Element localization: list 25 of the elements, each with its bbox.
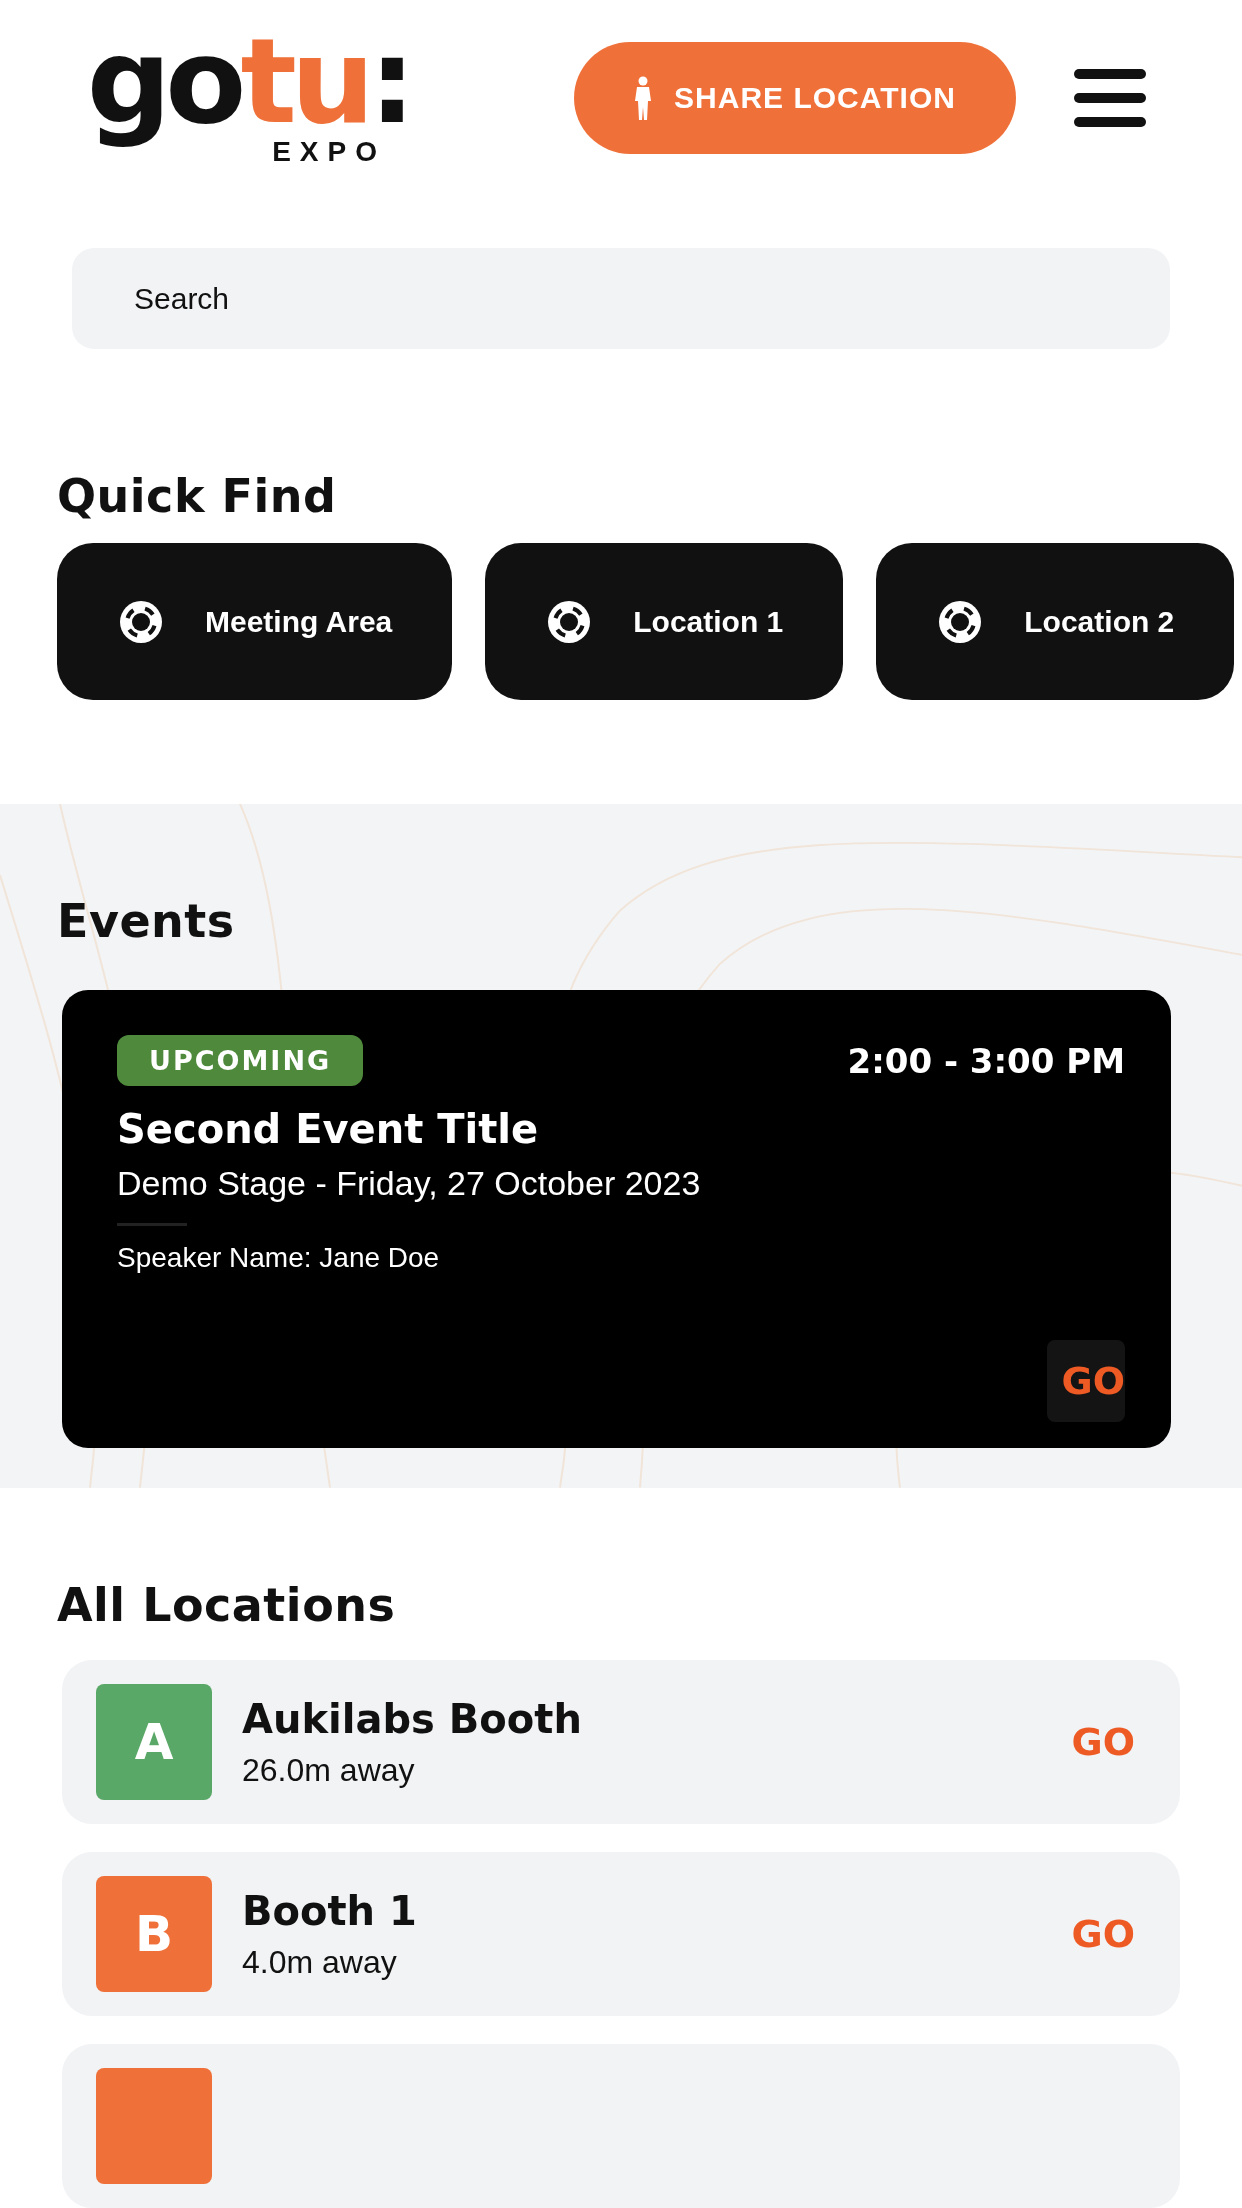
location-distance: 26.0m away xyxy=(242,1751,416,1789)
menu-icon xyxy=(1072,68,1148,129)
person-icon xyxy=(634,76,653,121)
location-name: Aukilabs Booth xyxy=(242,1695,582,1742)
location-row[interactable]: B Booth 1 4.0m away GO xyxy=(62,1852,1180,2016)
location-row[interactable] xyxy=(62,2044,1180,2208)
section-heading: Events xyxy=(57,894,236,949)
event-time: 2:00 - 3:00 PM xyxy=(847,1040,1125,1081)
menu-button[interactable] xyxy=(1072,68,1148,129)
go-button[interactable]: GO xyxy=(1047,1340,1125,1423)
event-title: Second Event Title xyxy=(117,1106,540,1153)
quick-find-button[interactable]: Location 1 xyxy=(485,543,844,701)
quick-find-button[interactable]: Meeting Area xyxy=(57,543,453,701)
letter-tile: B xyxy=(96,1876,212,1992)
letter-tile: A xyxy=(96,1684,212,1800)
speaker-name: Speaker Name: Jane Doe xyxy=(117,1242,441,1275)
section-heading: All Locations xyxy=(57,1578,397,1632)
quick-find-button[interactable]: Location 2 xyxy=(876,543,1235,701)
location-distance: 4.0m away xyxy=(242,1943,398,1981)
location-name: Booth 1 xyxy=(242,1887,417,1934)
event-subtitle: Demo Stage - Friday, 27 October 2023 xyxy=(117,1164,702,1204)
status-badge: UPCOMING xyxy=(117,1035,364,1087)
location-row[interactable]: A Aukilabs Booth 26.0m away GO xyxy=(62,1660,1180,1824)
search-field[interactable]: Search xyxy=(72,248,1170,350)
section-heading: Quick Find xyxy=(57,469,338,524)
